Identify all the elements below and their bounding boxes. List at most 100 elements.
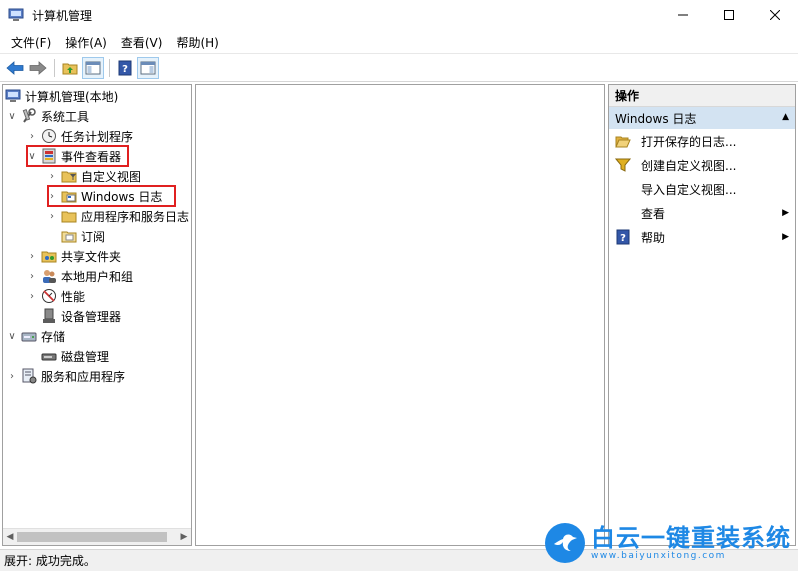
show-hide-action-pane-button[interactable] — [137, 57, 159, 79]
tree-item-custom-views[interactable]: › 自定义视图 — [46, 166, 141, 186]
action-label: 查看 — [641, 206, 666, 221]
action-help[interactable]: ? 帮助 ▶ — [609, 225, 795, 249]
menu-view[interactable]: 查看(V) — [114, 33, 170, 53]
chevron-right-icon[interactable]: › — [46, 210, 58, 222]
tree-item-disk-management[interactable]: 磁盘管理 — [41, 346, 109, 366]
back-button[interactable] — [4, 57, 26, 79]
show-hide-tree-button[interactable] — [82, 57, 104, 79]
menu-file[interactable]: 文件(F) — [4, 33, 58, 53]
forward-arrow-icon — [29, 61, 47, 75]
tree-item-label: 设备管理器 — [61, 309, 122, 324]
tree-item-shared-folders[interactable]: › 共享文件夹 — [26, 246, 121, 266]
subscription-icon — [61, 231, 77, 243]
collapse-up-icon[interactable]: ▲ — [782, 112, 789, 122]
action-label: 导入自定义视图... — [641, 182, 737, 197]
close-button[interactable] — [752, 0, 798, 30]
chevron-right-icon[interactable]: › — [26, 130, 38, 142]
system-tools-icon — [22, 108, 36, 123]
tree-item-task-scheduler[interactable]: › 任务计划程序 — [26, 126, 133, 146]
folder-filter-icon — [61, 171, 77, 183]
tree-item-label: 存储 — [41, 329, 66, 344]
users-icon — [43, 270, 56, 283]
tree-item-label: 本地用户和组 — [61, 269, 134, 284]
chevron-right-icon[interactable]: › — [46, 170, 58, 182]
svg-text:?: ? — [620, 233, 626, 244]
up-folder-icon — [62, 63, 78, 75]
tree-item-label: 任务计划程序 — [61, 129, 134, 144]
computer-management-icon — [5, 89, 21, 102]
tree-item-label: 共享文件夹 — [61, 249, 122, 264]
menu-bar: 文件(F) 操作(A) 查看(V) 帮助(H) — [0, 32, 798, 54]
actions-pane: 操作 Windows 日志 ▲ 打开保存的日志... 创建自定义视图... 导入… — [608, 84, 796, 546]
chevron-right-icon[interactable]: › — [6, 370, 18, 382]
actions-header: 操作 — [609, 85, 795, 107]
open-folder-icon — [615, 133, 631, 149]
submenu-arrow-icon: ▶ — [782, 208, 789, 218]
help-button[interactable]: ? — [114, 57, 136, 79]
toolbar-separator — [109, 59, 110, 77]
actions-section-label: Windows 日志 — [615, 111, 697, 126]
tree-item-label: 磁盘管理 — [61, 349, 110, 364]
tree-item-label: 系统工具 — [41, 109, 90, 124]
maximize-icon — [724, 10, 734, 20]
tree-item-local-users-groups[interactable]: › 本地用户和组 — [26, 266, 133, 286]
back-arrow-icon — [6, 61, 24, 75]
computer-management-icon — [8, 8, 24, 21]
chevron-down-icon[interactable]: ∨ — [6, 330, 18, 342]
action-label: 帮助 — [641, 230, 666, 245]
tree-item-label: 计算机管理(本地) — [25, 89, 119, 104]
results-pane — [195, 84, 605, 546]
filter-icon — [615, 157, 631, 173]
minimize-button[interactable] — [660, 0, 706, 30]
tree-item-system-tools[interactable]: ∨ 系统工具 — [6, 106, 89, 126]
tree-item-services-applications[interactable]: › 服务和应用程序 — [6, 366, 125, 386]
svg-text:?: ? — [122, 64, 128, 75]
actions-section-windows-logs[interactable]: Windows 日志 ▲ — [609, 107, 795, 129]
action-open-saved-log[interactable]: 打开保存的日志... — [609, 129, 795, 153]
chevron-right-icon[interactable]: › — [26, 250, 38, 262]
menu-action[interactable]: 操作(A) — [58, 33, 114, 53]
scroll-left-icon[interactable]: ◀ — [4, 531, 16, 543]
help-icon: ? — [615, 229, 631, 245]
show-tree-icon — [85, 61, 101, 75]
bird-logo-icon — [545, 523, 585, 563]
minimize-icon — [678, 14, 688, 16]
console-tree-pane: 计算机管理(本地) ∨ 系统工具 › 任务计划程序 ∨ 事件查看器 › 自定义视… — [2, 84, 192, 546]
clock-icon — [42, 129, 56, 143]
tree-item-device-manager[interactable]: 设备管理器 — [41, 306, 121, 326]
tree-item-performance[interactable]: › 性能 — [26, 286, 85, 306]
window-controls — [660, 0, 798, 30]
highlight-box — [47, 185, 176, 207]
watermark-brand: 白云一键重装系统 — [591, 523, 791, 552]
horizontal-scrollbar[interactable]: ◀ ▶ — [3, 528, 191, 545]
action-view[interactable]: 查看 ▶ — [609, 201, 795, 225]
watermark-text: 白云一键重装系统 www.baiyunxitong.com — [591, 525, 791, 562]
watermark: 白云一键重装系统 www.baiyunxitong.com — [545, 523, 791, 563]
tree-item-subscriptions[interactable]: 订阅 — [61, 226, 105, 246]
window-title: 计算机管理 — [32, 8, 93, 23]
tree-item-app-service-logs[interactable]: › 应用程序和服务日志 — [46, 206, 189, 226]
menu-help[interactable]: 帮助(H) — [169, 33, 225, 53]
action-import-custom-view[interactable]: 导入自定义视图... — [609, 177, 795, 201]
action-label: 打开保存的日志... — [641, 134, 737, 149]
title-bar: 计算机管理 — [0, 0, 798, 30]
tree-item-computer-management[interactable]: 计算机管理(本地) — [5, 86, 118, 106]
disk-icon — [41, 353, 57, 361]
chevron-down-icon[interactable]: ∨ — [6, 110, 18, 122]
action-create-custom-view[interactable]: 创建自定义视图... — [609, 153, 795, 177]
submenu-arrow-icon: ▶ — [782, 232, 789, 242]
chevron-right-icon[interactable]: › — [26, 270, 38, 282]
show-action-pane-icon — [140, 61, 156, 75]
device-manager-icon — [43, 308, 55, 323]
shared-folder-icon — [41, 251, 57, 263]
tree-item-storage[interactable]: ∨ 存储 — [6, 326, 65, 346]
folder-icon — [61, 211, 77, 223]
chevron-right-icon[interactable]: › — [26, 290, 38, 302]
scroll-right-icon[interactable]: ▶ — [178, 531, 190, 543]
services-icon — [22, 368, 37, 384]
scrollbar-thumb[interactable] — [17, 532, 167, 542]
up-one-level-button[interactable] — [59, 57, 81, 79]
close-icon — [770, 10, 780, 20]
maximize-button[interactable] — [706, 0, 752, 30]
forward-button[interactable] — [27, 57, 49, 79]
